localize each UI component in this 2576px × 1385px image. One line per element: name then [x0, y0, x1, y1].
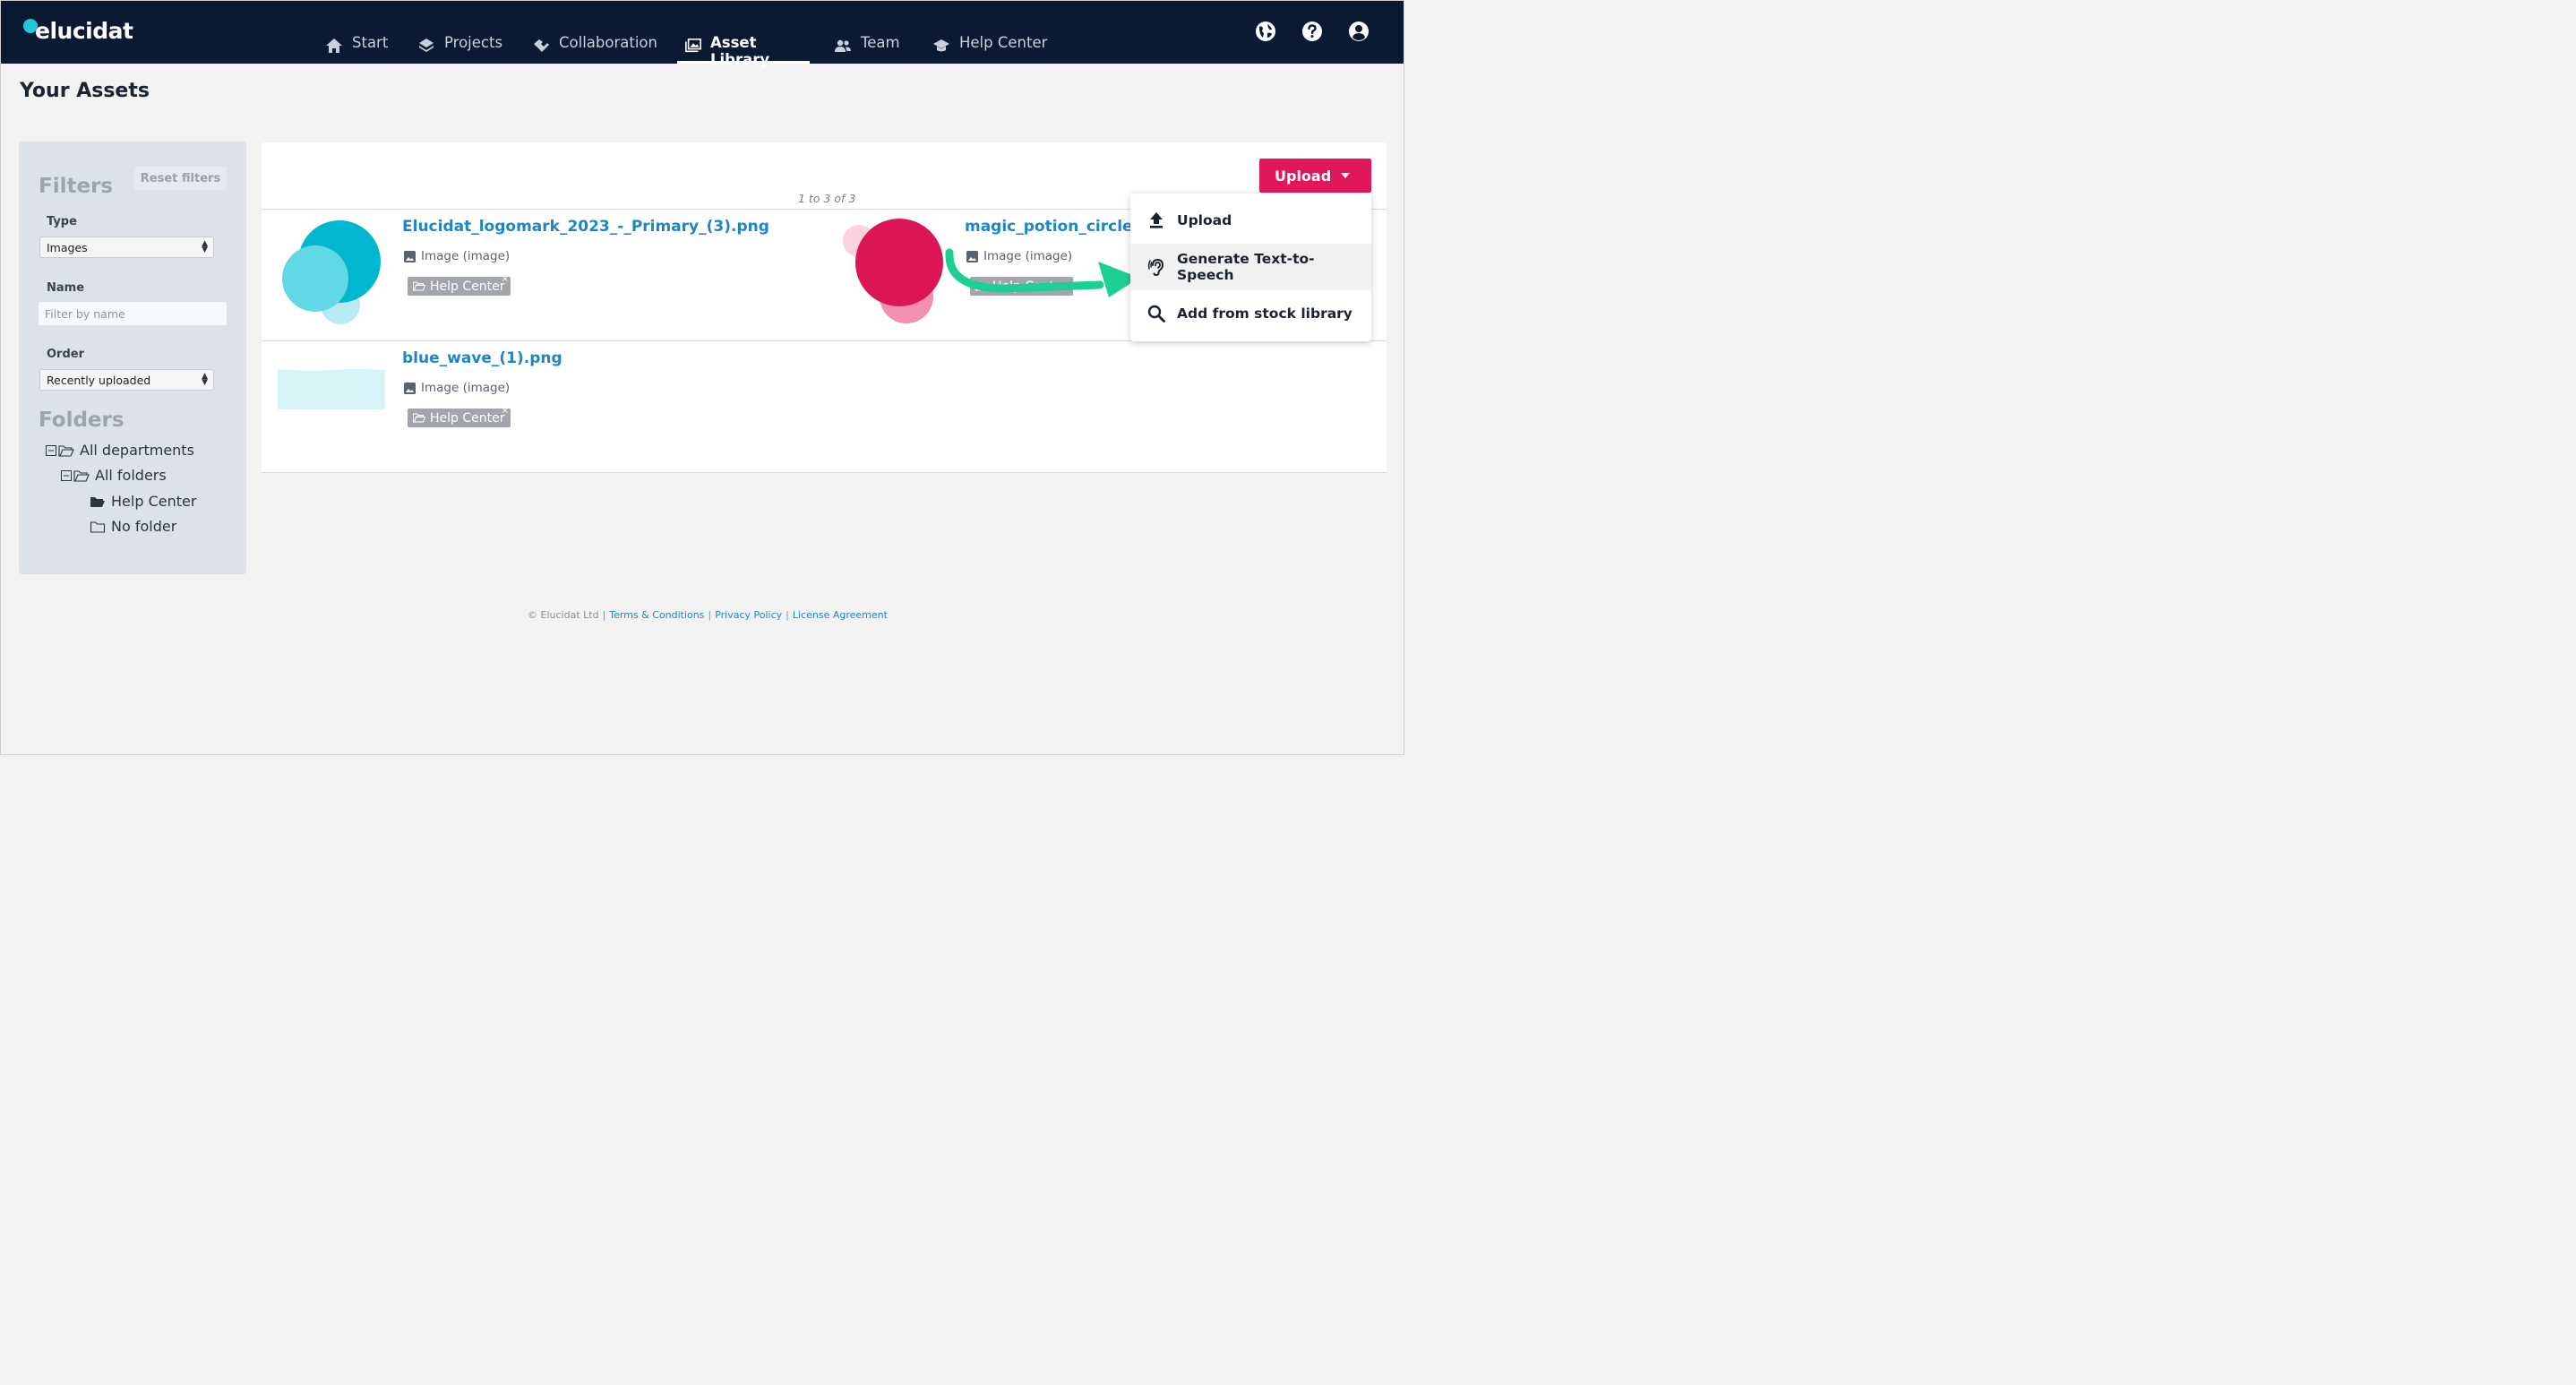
folder-open-icon	[413, 413, 425, 423]
order-select[interactable]: Recently uploaded ▲ ▼	[39, 369, 214, 391]
asset-type-label: Image (image)	[421, 249, 511, 263]
folder-open-icon	[58, 444, 74, 457]
type-select-value: Images	[47, 240, 88, 254]
nav-asset-library[interactable]: Asset Library	[677, 34, 810, 68]
folders-heading: Folders	[39, 409, 125, 432]
people-icon	[835, 39, 851, 52]
layers-icon	[419, 39, 434, 52]
select-arrows-icon: ▲ ▼	[202, 372, 208, 387]
footer: © Elucidat Ltd | Terms & Conditions | Privac…	[0, 609, 1415, 621]
asset-name-link[interactable]: magic_potion_circles	[965, 218, 1142, 236]
page-title: Your Assets	[20, 80, 150, 102]
menu-item-upload[interactable]: Upload	[1130, 197, 1371, 244]
select-arrows-icon: ▲ ▼	[202, 239, 208, 254]
globe-icon[interactable]	[1254, 20, 1277, 43]
type-select[interactable]: Images ▲ ▼	[39, 237, 214, 258]
footer-copyright: © Elucidat Ltd	[528, 609, 599, 621]
asset-name-link[interactable]: blue_wave_(1).png	[402, 349, 562, 367]
asset-type-label: Image (image)	[421, 381, 511, 395]
nav-start[interactable]: Start	[325, 34, 388, 64]
pagination-info: 1 to 3 of 3	[798, 192, 856, 205]
folder-icon	[90, 520, 106, 533]
help-icon[interactable]	[1301, 20, 1324, 43]
asset-thumbnail-logomark[interactable]	[276, 215, 388, 327]
collapse-icon[interactable]	[46, 444, 56, 456]
tree-item-label: All departments	[80, 442, 194, 459]
terms-link[interactable]: Terms & Conditions	[609, 609, 704, 621]
privacy-link[interactable]: Privacy Policy	[715, 609, 782, 621]
upload-dropdown-button[interactable]: Upload	[1259, 159, 1371, 193]
type-label: Type	[47, 215, 77, 228]
tree-item-all-folders[interactable]: All folders	[61, 467, 167, 484]
menu-item-label: Generate Text-to-Speech	[1177, 251, 1315, 283]
remove-tag-icon[interactable]: ×	[502, 406, 509, 416]
nav-asset-library-label: Asset Library	[710, 34, 770, 68]
divider	[262, 472, 1387, 473]
reset-filters-button[interactable]: Reset filters	[134, 167, 227, 190]
order-select-value: Recently uploaded	[47, 373, 151, 387]
name-filter-input[interactable]	[39, 302, 227, 325]
asset-type: Image (image)	[404, 381, 510, 395]
nav-start-label: Start	[352, 34, 389, 51]
name-label: Name	[47, 281, 85, 295]
nav-collaboration[interactable]: Collaboration	[532, 34, 657, 64]
upload-dropdown-menu: Upload Generate Text-to-Speech Add from …	[1130, 194, 1371, 341]
tree-item-all-departments[interactable]: All departments	[46, 442, 194, 459]
order-label: Order	[47, 348, 84, 361]
caret-down-icon	[1341, 173, 1350, 178]
top-navigation-bar: elucidat Start Projects Collaboration As…	[0, 0, 1404, 68]
elucidat-logo[interactable]: elucidat	[23, 18, 133, 44]
search-icon	[1147, 305, 1165, 323]
handshake-icon	[534, 39, 549, 52]
nav-team-label: Team	[861, 34, 900, 51]
folder-tag[interactable]: Help Center ×	[408, 406, 511, 427]
remove-tag-icon[interactable]: ×	[502, 274, 509, 284]
nav-team[interactable]: Team	[834, 34, 900, 64]
license-link[interactable]: License Agreement	[793, 609, 888, 621]
nav-collaboration-label: Collaboration	[559, 34, 657, 51]
tree-item-label: No folder	[111, 518, 177, 535]
footer-separator: |	[708, 609, 712, 621]
upload-icon	[1150, 212, 1163, 228]
menu-item-stock-library[interactable]: Add from stock library	[1130, 290, 1371, 337]
menu-item-generate-tts[interactable]: Generate Text-to-Speech	[1130, 244, 1371, 290]
folder-open-icon	[413, 281, 425, 291]
folder-open-filled-icon	[90, 496, 105, 507]
ear-icon	[1147, 258, 1164, 277]
footer-separator: |	[602, 609, 606, 621]
tree-item-no-folder[interactable]: No folder	[90, 518, 176, 535]
tree-item-label: Help Center	[111, 493, 197, 510]
home-icon	[326, 39, 342, 53]
folder-open-icon	[73, 469, 90, 482]
account-icon[interactable]	[1347, 20, 1370, 43]
menu-item-label: Add from stock library	[1177, 305, 1352, 322]
folder-tag-label: Help Center	[430, 279, 505, 294]
annotation-arrow	[945, 248, 1139, 297]
folder-tag-label: Help Center	[430, 410, 505, 426]
images-icon	[685, 38, 701, 53]
logo-text: elucidat	[35, 18, 133, 44]
tree-item-label: All folders	[95, 467, 167, 484]
image-icon	[404, 250, 416, 262]
asset-thumbnail-blue-wave[interactable]	[278, 367, 385, 412]
nav-help-center-label: Help Center	[959, 34, 1048, 51]
nav-help-center[interactable]: Help Center	[932, 34, 1047, 64]
graduation-cap-icon	[933, 39, 949, 52]
collapse-icon[interactable]	[61, 469, 72, 481]
asset-name-link[interactable]: Elucidat_logomark_2023_-_Primary_(3).png	[402, 218, 769, 236]
footer-separator: |	[786, 609, 789, 621]
tree-item-help-center[interactable]: Help Center	[90, 493, 196, 510]
logo-mark-icon	[23, 18, 38, 33]
folder-tag[interactable]: Help Center ×	[408, 274, 511, 296]
nav-projects-label: Projects	[444, 34, 503, 51]
asset-type: Image (image)	[404, 249, 510, 263]
upload-button-label: Upload	[1275, 167, 1332, 185]
image-icon	[404, 382, 416, 394]
menu-item-label: Upload	[1177, 212, 1232, 228]
nav-projects[interactable]: Projects	[417, 34, 502, 64]
filters-heading: Filters	[39, 175, 114, 198]
